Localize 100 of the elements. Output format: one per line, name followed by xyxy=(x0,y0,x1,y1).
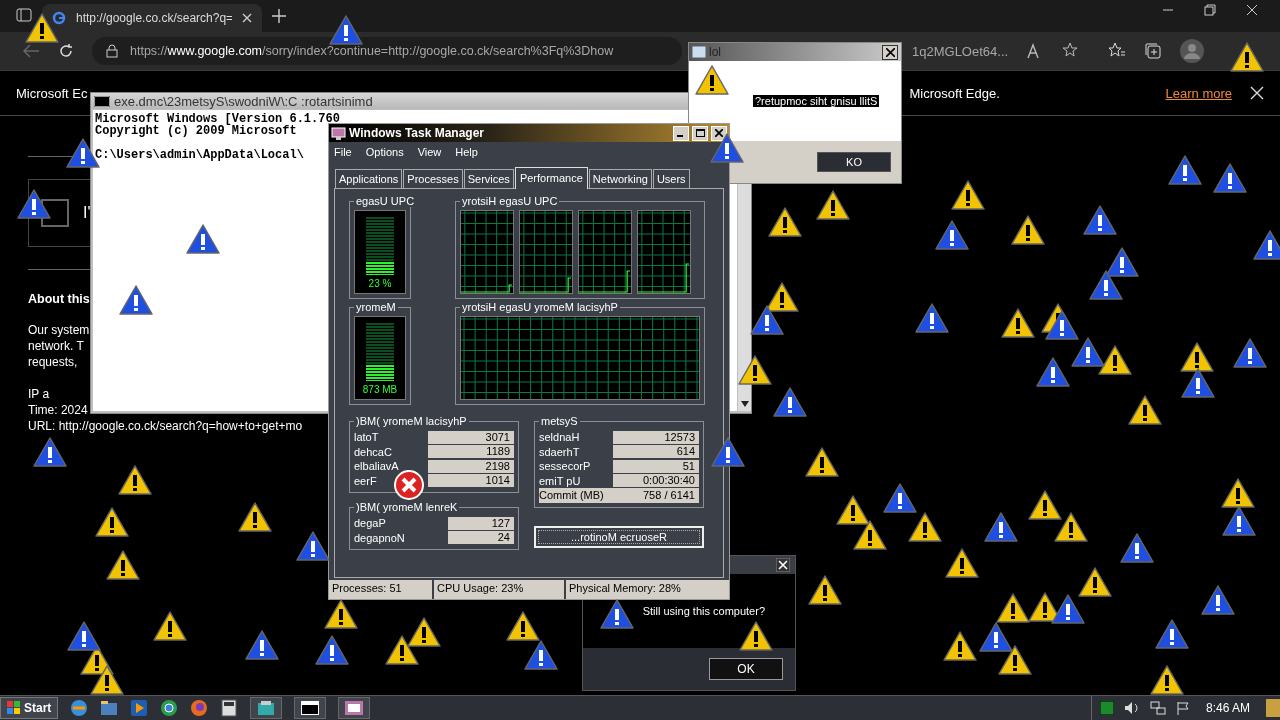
warning-icon xyxy=(186,224,220,254)
globe-icon[interactable] xyxy=(70,699,89,717)
minimize-button[interactable] xyxy=(673,125,689,141)
warning-icon xyxy=(768,207,802,237)
menu-item[interactable]: Help xyxy=(455,146,478,158)
tab-list-icon[interactable] xyxy=(16,7,32,23)
warning-icon xyxy=(1105,247,1139,277)
warning-icon xyxy=(407,617,441,647)
maximize-icon[interactable] xyxy=(695,129,705,137)
tab[interactable]: Services xyxy=(463,169,514,188)
warning-icon xyxy=(106,550,140,580)
url-tail: 1q2MGLOet64... xyxy=(912,43,1009,59)
group-title: )BM( yromeM lacisyhP xyxy=(355,415,468,427)
warning-icon xyxy=(245,630,279,660)
ok-button[interactable]: KO xyxy=(817,152,891,172)
new-tab-icon[interactable] xyxy=(272,9,286,23)
paragraph-line: network. T xyxy=(28,338,84,354)
speaker-icon[interactable] xyxy=(1123,701,1140,715)
tray-icon[interactable] xyxy=(1099,701,1114,715)
stat-label: sdaerhT xyxy=(539,445,580,458)
time-text: Time: 2024 xyxy=(28,402,88,418)
monitor-icon xyxy=(331,126,346,140)
stat-value: 1014 xyxy=(428,474,514,488)
warning-icon xyxy=(984,512,1018,542)
menu-item[interactable]: Options xyxy=(365,146,404,158)
warning-icon xyxy=(1120,533,1154,563)
tab[interactable]: Networking xyxy=(588,169,652,188)
warning-icon xyxy=(711,437,745,467)
warning-icon xyxy=(95,507,129,537)
paragraph-line: Our system xyxy=(28,322,90,338)
back-icon[interactable] xyxy=(22,44,40,58)
meter-reading: 23 % xyxy=(368,278,392,289)
warning-icon xyxy=(765,282,799,312)
media-player-icon[interactable] xyxy=(130,699,149,717)
warning-icon xyxy=(1078,567,1112,597)
warning-icon xyxy=(935,220,969,250)
meter-reading: 873 MB xyxy=(362,384,398,395)
resource-monitor-button[interactable]: ...rotinoM ecruoseR xyxy=(534,525,704,548)
warning-icon xyxy=(33,437,67,467)
group-title: metsyS xyxy=(540,415,579,427)
stat-value: 51 xyxy=(613,459,699,473)
warning-icon xyxy=(773,387,807,417)
tab[interactable]: Performance xyxy=(514,167,588,189)
browser-tab[interactable]: http://google.co.ck/search?q= xyxy=(42,4,262,32)
warning-icon xyxy=(998,645,1032,675)
network-icon[interactable] xyxy=(1149,701,1166,715)
warning-icon xyxy=(118,465,152,495)
calculator-icon[interactable] xyxy=(220,699,239,717)
group-title: yromeM xyxy=(355,301,397,313)
warning-icon xyxy=(1180,342,1214,372)
warning-icon xyxy=(853,520,887,550)
taskbar-button[interactable] xyxy=(294,697,327,719)
paragraph-line: requests, xyxy=(28,354,78,370)
stat-value: 127 xyxy=(448,516,514,530)
maximize-button[interactable] xyxy=(692,125,708,141)
warning-icon xyxy=(25,13,59,43)
warning-icon xyxy=(385,635,419,665)
dialog-message: ?retupmoc siht gnisu llitS xyxy=(753,95,880,107)
error-icon xyxy=(394,470,424,500)
taskbar-button[interactable] xyxy=(338,697,371,719)
start-button[interactable]: Start xyxy=(0,697,59,719)
warning-icon xyxy=(1155,619,1189,649)
tab[interactable]: Processes xyxy=(403,169,463,188)
collections-icon[interactable] xyxy=(1144,42,1163,60)
favorites-icon[interactable] xyxy=(1108,42,1127,60)
menu-item[interactable]: File xyxy=(334,146,352,158)
close-icon[interactable] xyxy=(715,129,723,137)
warning-icon xyxy=(945,548,979,578)
flag-icon[interactable] xyxy=(1175,701,1190,715)
taskbar-button[interactable] xyxy=(250,697,283,719)
warning-icon xyxy=(1036,357,1070,387)
group-title: yrotsiH egasU yromeM lacisyhP xyxy=(461,301,619,313)
clock[interactable]: 8:46 AM xyxy=(1205,701,1250,715)
status-text: Physical Memory: 28% xyxy=(566,580,729,599)
restore-icon[interactable] xyxy=(1204,4,1216,16)
console-line: Microsoft Windows [Version 6.1.760 xyxy=(95,113,340,125)
window-title: lol xyxy=(709,45,722,59)
close-icon[interactable] xyxy=(776,558,790,572)
address-bar[interactable]: https://www.google.com/sorry/index?continue=http://google.co.ck/search%3Fq%3Dhow xyxy=(92,37,682,65)
folder-icon[interactable] xyxy=(100,699,119,717)
warning-icon xyxy=(1222,506,1256,536)
stat-value: 24 xyxy=(448,531,514,545)
tab[interactable]: Users xyxy=(652,169,690,188)
stat-value: 2198 xyxy=(428,459,514,473)
stat-value: 3071 xyxy=(428,430,514,444)
stat-label: sessecorP xyxy=(539,460,591,473)
learn-more-link[interactable]: Learn more xyxy=(1165,85,1232,101)
warning-icon xyxy=(1233,338,1267,368)
scroll-down-icon[interactable] xyxy=(740,401,749,407)
warning-icon xyxy=(808,575,842,605)
menu-item[interactable]: View xyxy=(417,146,442,158)
reload-icon[interactable] xyxy=(58,43,74,59)
profile-icon[interactable] xyxy=(1180,39,1205,63)
status-text: CPU Usage: 23% xyxy=(434,580,564,599)
warning-icon xyxy=(883,483,917,513)
warning-icon xyxy=(908,512,942,542)
g-logo-icon xyxy=(52,11,66,25)
warning-icon xyxy=(238,502,272,532)
tab[interactable]: Applications xyxy=(335,169,403,188)
ok-button[interactable]: OK xyxy=(709,658,783,680)
